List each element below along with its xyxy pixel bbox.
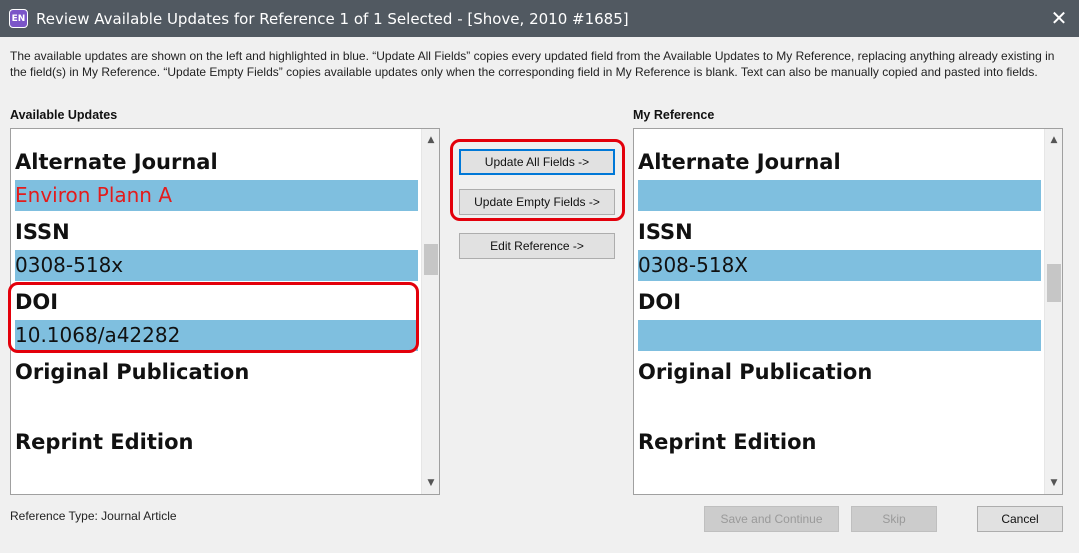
field-label-reprint-edition: Reprint Edition (638, 430, 817, 454)
field-label-reprint-edition: Reprint Edition (15, 430, 194, 454)
available-updates-label: Available Updates (10, 108, 118, 122)
field-value-original-publication[interactable] (15, 390, 418, 425)
my-reference-fields: Alternate Journal ISSN 0308-518X DOI Ori… (638, 129, 1041, 460)
field-label-original-publication: Original Publication (638, 360, 873, 384)
save-and-continue-button[interactable]: Save and Continue (704, 506, 839, 532)
update-all-fields-button[interactable]: Update All Fields -> (459, 149, 615, 175)
available-updates-panel[interactable]: Alternate Journal Environ Plann A ISSN 0… (10, 128, 440, 495)
scroll-thumb[interactable] (424, 244, 438, 275)
field-label-doi: DOI (638, 290, 682, 314)
reference-type-label: Reference Type: Journal Article (10, 509, 177, 523)
field-value-issn[interactable]: 0308-518x (15, 250, 418, 281)
scroll-down-icon[interactable]: ▼ (422, 474, 439, 492)
field-label-issn: ISSN (638, 220, 693, 244)
right-scrollbar[interactable]: ▲ ▼ (1044, 129, 1062, 494)
my-reference-label: My Reference (633, 108, 715, 122)
field-value-alternate-journal[interactable]: Environ Plann A (15, 180, 418, 211)
my-reference-panel[interactable]: Alternate Journal ISSN 0308-518X DOI Ori… (633, 128, 1063, 495)
title-bar: EN Review Available Updates for Referenc… (0, 0, 1079, 37)
cancel-button[interactable]: Cancel (977, 506, 1063, 532)
scroll-down-icon[interactable]: ▼ (1045, 474, 1062, 492)
skip-button[interactable]: Skip (851, 506, 937, 532)
field-label-issn: ISSN (15, 220, 70, 244)
scroll-up-icon[interactable]: ▲ (1045, 131, 1062, 149)
close-icon[interactable]: ✕ (1049, 8, 1069, 28)
field-value-alternate-journal[interactable] (638, 180, 1041, 211)
update-empty-fields-button[interactable]: Update Empty Fields -> (459, 189, 615, 215)
instructions-text: The available updates are shown on the l… (10, 49, 1055, 79)
edit-reference-button[interactable]: Edit Reference -> (459, 233, 615, 259)
field-label-alternate-journal: Alternate Journal (15, 150, 218, 174)
left-scrollbar[interactable]: ▲ ▼ (421, 129, 439, 494)
field-label-alternate-journal: Alternate Journal (638, 150, 841, 174)
field-value-doi[interactable]: 10.1068/a42282 (15, 320, 418, 351)
field-value-issn[interactable]: 0308-518X (638, 250, 1041, 281)
scroll-thumb[interactable] (1047, 264, 1061, 302)
window-title: Review Available Updates for Reference 1… (36, 10, 629, 28)
field-label-original-publication: Original Publication (15, 360, 250, 384)
field-value-original-publication[interactable] (638, 390, 1041, 425)
endnote-app-icon: EN (9, 9, 28, 28)
scroll-up-icon[interactable]: ▲ (422, 131, 439, 149)
field-value-doi[interactable] (638, 320, 1041, 351)
available-updates-fields: Alternate Journal Environ Plann A ISSN 0… (15, 129, 418, 460)
field-label-doi: DOI (15, 290, 59, 314)
